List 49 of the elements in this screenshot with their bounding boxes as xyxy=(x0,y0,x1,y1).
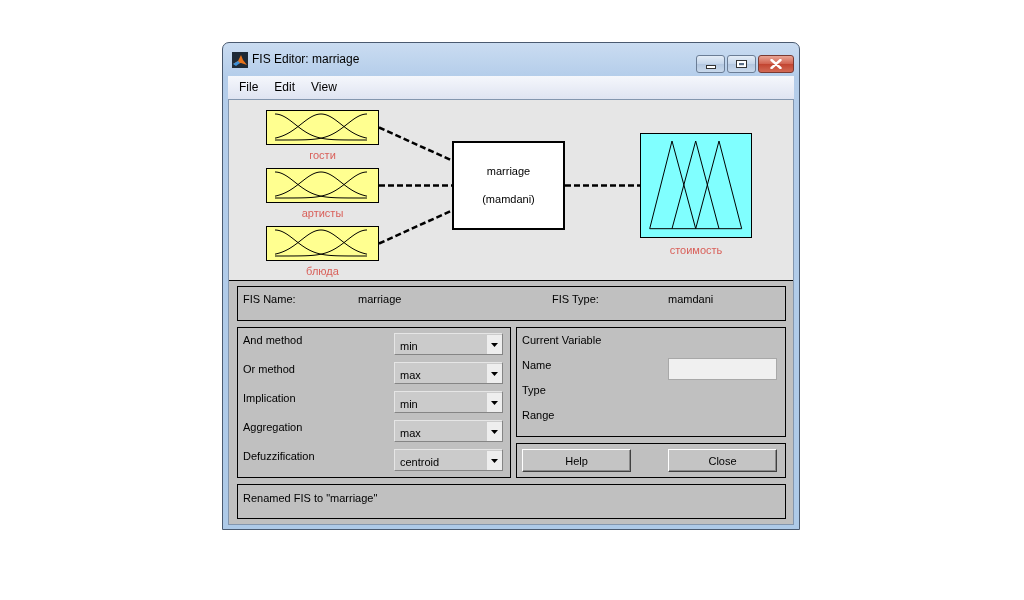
window-title: FIS Editor: marriage xyxy=(252,52,360,67)
method-label: And method xyxy=(243,333,303,347)
minimize-icon xyxy=(705,64,716,69)
app-logo-icon xyxy=(232,51,248,68)
menu-item[interactable]: File xyxy=(231,80,267,95)
field-label: Type xyxy=(522,383,546,397)
caret-icon xyxy=(487,421,502,441)
menu-item[interactable]: Edit xyxy=(266,80,304,95)
method-dropdown[interactable]: max xyxy=(394,420,503,442)
system-name: marriage xyxy=(486,165,531,177)
name-input[interactable] xyxy=(668,358,777,380)
field-label: Range xyxy=(522,408,555,422)
caret-icon xyxy=(487,450,502,470)
method-label: Defuzzification xyxy=(243,449,315,463)
maximize-icon xyxy=(736,60,747,68)
field-label: FIS Type: xyxy=(552,292,600,306)
method-dropdown[interactable]: max xyxy=(394,362,503,384)
variable-label: блюда xyxy=(306,265,339,277)
close-button[interactable] xyxy=(758,55,794,73)
push-button[interactable]: Help xyxy=(522,449,631,472)
method-dropdown[interactable]: min xyxy=(394,391,503,413)
panel-title: Current Variable xyxy=(522,333,602,347)
input-variable-box[interactable] xyxy=(266,110,379,145)
field-value: mamdani xyxy=(668,292,715,306)
field-label: FIS Name: xyxy=(243,292,297,306)
menu-item[interactable]: View xyxy=(303,80,345,95)
caret-icon xyxy=(487,334,502,354)
close-icon xyxy=(770,59,782,69)
maximize-button[interactable] xyxy=(727,55,756,73)
minimize-button[interactable] xyxy=(696,55,725,73)
method-dropdown[interactable]: min xyxy=(394,333,503,355)
push-button[interactable]: Close xyxy=(668,449,777,472)
method-dropdown[interactable]: centroid xyxy=(394,449,503,471)
caret-icon xyxy=(487,392,502,412)
input-variable-box[interactable] xyxy=(266,226,379,261)
system-box[interactable] xyxy=(452,141,565,230)
system-type: (mamdani) xyxy=(482,193,535,205)
field-value: marriage xyxy=(358,292,403,306)
variable-label: стоимость xyxy=(669,244,723,256)
status-text: Renamed FIS to "marriage" xyxy=(243,492,378,504)
method-label: Implication xyxy=(243,391,296,405)
method-label: Or method xyxy=(243,362,295,376)
output-variable-box[interactable] xyxy=(640,133,752,238)
variable-label: артисты xyxy=(301,207,344,219)
field-label: Name xyxy=(522,358,552,372)
variable-label: гости xyxy=(309,149,336,161)
method-label: Aggregation xyxy=(243,420,303,434)
caret-icon xyxy=(487,363,502,383)
input-variable-box[interactable] xyxy=(266,168,379,203)
